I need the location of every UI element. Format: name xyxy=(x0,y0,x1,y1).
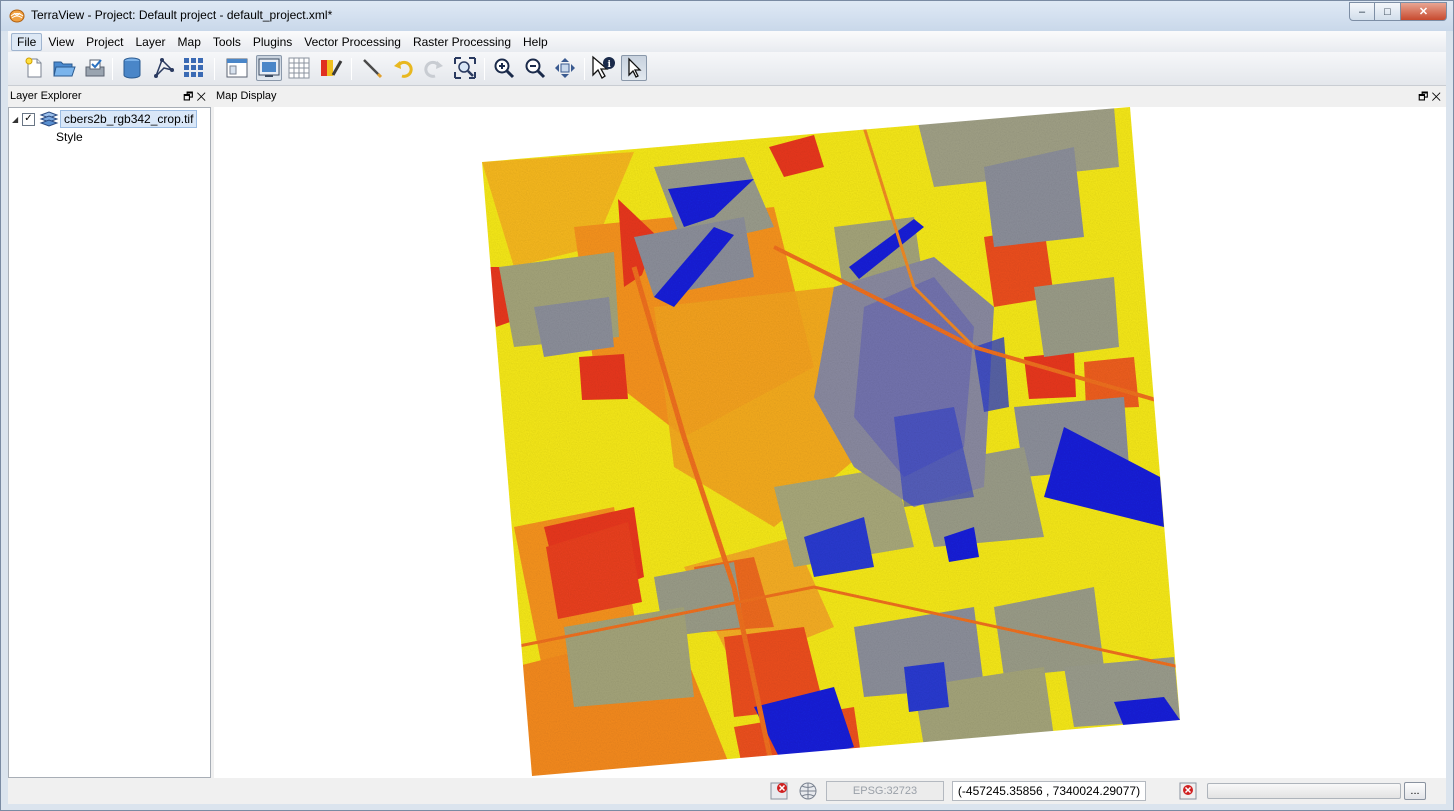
toolbar-separator xyxy=(484,58,485,80)
menu-help[interactable]: Help xyxy=(517,33,554,51)
zoom-in-button[interactable] xyxy=(491,55,517,81)
pencil-icon xyxy=(363,59,383,79)
layer-explorer-toggle-button[interactable] xyxy=(224,55,250,81)
layer-explorer-panel-controls[interactable]: 🗗✕ xyxy=(183,88,209,107)
main-toolbar: i xyxy=(8,52,1446,86)
info-cursor-icon: i xyxy=(592,55,615,79)
map-display-icon xyxy=(258,58,280,77)
svg-text:i: i xyxy=(608,60,612,70)
database-icon xyxy=(123,57,141,79)
undo-button[interactable] xyxy=(390,55,416,81)
table-icon xyxy=(288,57,310,79)
new-document-icon xyxy=(25,57,42,78)
toolbar-separator xyxy=(351,58,352,80)
grid-icon xyxy=(184,58,203,77)
task-progress-bar xyxy=(1207,783,1401,799)
data-table-button[interactable] xyxy=(286,55,312,81)
redo-button[interactable] xyxy=(421,55,447,81)
selection-button[interactable] xyxy=(621,55,647,81)
close-button[interactable]: ✕ xyxy=(1401,2,1447,21)
stop-task-icon[interactable] xyxy=(1178,781,1198,801)
maximize-button[interactable]: □ xyxy=(1375,2,1401,21)
map-canvas[interactable] xyxy=(214,107,1446,778)
menu-view[interactable]: View xyxy=(42,33,80,51)
menu-map[interactable]: Map xyxy=(172,33,207,51)
menu-vector-processing[interactable]: Vector Processing xyxy=(298,33,407,51)
raster-grid-button[interactable] xyxy=(181,55,207,81)
layer-explorer-title: Layer Explorer xyxy=(10,90,82,102)
save-project-button[interactable] xyxy=(82,55,108,81)
title-bar[interactable]: TerraView - Project: Default project - d… xyxy=(1,1,1453,31)
layer-name-label[interactable]: cbers2b_rgb342_crop.tif xyxy=(60,110,198,128)
map-display-toggle-button[interactable] xyxy=(256,55,282,81)
globe-icon[interactable] xyxy=(798,781,818,801)
toolbar-separator xyxy=(584,58,585,80)
redo-icon xyxy=(424,60,443,78)
map-display-panel-controls[interactable]: 🗗✕ xyxy=(1418,88,1444,107)
info-button[interactable]: i xyxy=(590,55,616,81)
window-title: TerraView - Project: Default project - d… xyxy=(31,8,333,22)
menu-raster-processing[interactable]: Raster Processing xyxy=(407,33,517,51)
main-window-client: File View Project Layer Map Tools Plugin… xyxy=(8,31,1446,804)
zoom-out-button[interactable] xyxy=(522,55,548,81)
folder-open-icon xyxy=(53,61,76,77)
layer-tree-item[interactable]: ◢ ✓ cbers2b_rgb342_crop.tif xyxy=(12,110,198,128)
raster-layer-icon xyxy=(39,111,59,127)
pan-button[interactable] xyxy=(552,55,578,81)
coordinates-display: (-457245.35856 , 7340024.29077) xyxy=(952,781,1146,801)
map-display-panel: Map Display 🗗✕ xyxy=(214,88,1446,778)
menu-project[interactable]: Project xyxy=(80,33,129,51)
application-window: TerraView - Project: Default project - d… xyxy=(0,0,1454,811)
window-controls: ‒ □ ✕ xyxy=(1349,2,1447,22)
add-datasource-button[interactable] xyxy=(119,55,145,81)
menu-bar: File View Project Layer Map Tools Plugin… xyxy=(8,31,1446,52)
pointer-icon xyxy=(628,57,642,78)
raster-image xyxy=(482,107,1180,776)
new-project-button[interactable] xyxy=(21,55,47,81)
layer-explorer-panel: Layer Explorer 🗗✕ ◢ ✓ cbers2b_rgb342_cro… xyxy=(8,88,211,778)
zoom-extent-button[interactable] xyxy=(452,55,478,81)
draw-button[interactable] xyxy=(359,55,385,81)
zoom-out-icon xyxy=(525,58,546,79)
map-display-title: Map Display xyxy=(216,90,277,102)
layer-explorer-icon xyxy=(226,58,248,78)
zoom-extent-icon xyxy=(454,57,476,79)
srid-display: EPSG:32723 xyxy=(826,781,944,801)
layer-visibility-checkbox[interactable]: ✓ xyxy=(22,112,35,126)
pan-icon xyxy=(555,58,575,78)
layer-style-item[interactable]: Style xyxy=(56,130,83,144)
toolbar-separator xyxy=(112,58,113,80)
layer-explorer-title-bar[interactable]: Layer Explorer 🗗✕ xyxy=(8,88,211,105)
menu-tools[interactable]: Tools xyxy=(207,33,247,51)
vector-layer-icon xyxy=(154,58,175,78)
srs-unknown-icon[interactable] xyxy=(769,781,789,801)
add-layer-button[interactable] xyxy=(151,55,177,81)
status-bar: EPSG:32723 (-457245.35856 , 7340024.2907… xyxy=(8,778,1446,804)
save-icon xyxy=(85,59,105,77)
layer-tree[interactable]: ◢ ✓ cbers2b_rgb342_crop.tif Style xyxy=(8,107,211,778)
terraview-app-icon xyxy=(9,9,25,23)
style-explorer-button[interactable] xyxy=(318,55,344,81)
minimize-button[interactable]: ‒ xyxy=(1349,2,1375,21)
task-details-button[interactable]: ... xyxy=(1404,782,1426,800)
menu-plugins[interactable]: Plugins xyxy=(247,33,298,51)
menu-file[interactable]: File xyxy=(11,32,43,51)
style-palette-icon xyxy=(321,60,343,76)
expand-arrow-icon[interactable]: ◢ xyxy=(12,115,20,124)
toolbar-separator xyxy=(214,58,215,80)
undo-icon xyxy=(394,60,413,78)
menu-layer[interactable]: Layer xyxy=(130,33,172,51)
open-project-button[interactable] xyxy=(51,55,77,81)
map-display-title-bar[interactable]: Map Display 🗗✕ xyxy=(214,88,1446,105)
zoom-in-icon xyxy=(494,58,515,79)
